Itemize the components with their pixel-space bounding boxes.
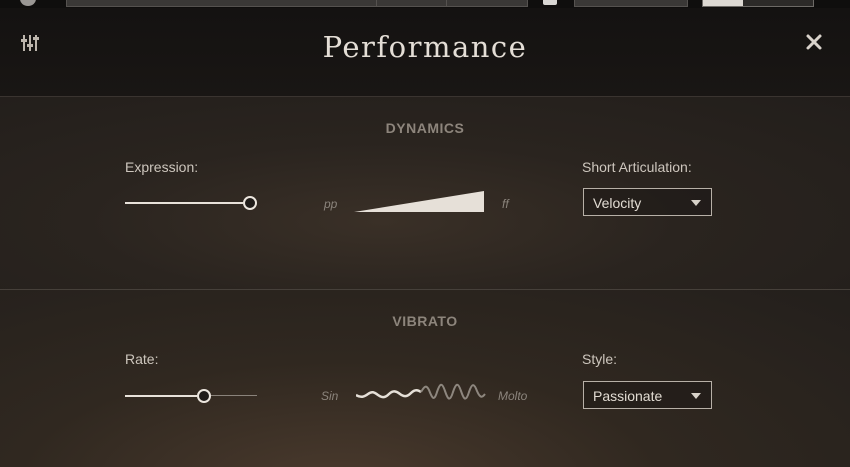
- short-articulation-value: Velocity: [593, 195, 642, 211]
- expression-track: [125, 202, 243, 204]
- dynamics-section: DYNAMICS Expression: pp ff Short Articul…: [0, 97, 850, 289]
- page-title: Performance: [322, 30, 528, 64]
- vibrato-range-low: Sin: [321, 389, 339, 403]
- rate-slider-thumb[interactable]: [197, 389, 211, 403]
- style-dropdown[interactable]: Passionate: [583, 381, 712, 409]
- vibrato-title: VIBRATO: [392, 313, 458, 329]
- style-label: Style:: [582, 351, 618, 367]
- short-articulation-dropdown[interactable]: Velocity: [583, 188, 712, 216]
- panel-header: Performance: [0, 8, 850, 97]
- dynamics-range-low: pp: [324, 197, 338, 211]
- rate-label: Rate:: [125, 351, 159, 367]
- host-level-meter: [702, 0, 814, 7]
- chevron-down-icon: [691, 200, 701, 206]
- rate-slider[interactable]: [125, 388, 257, 404]
- host-square-button[interactable]: [543, 0, 557, 5]
- chevron-down-icon: [691, 393, 701, 399]
- vibrato-range-high: Molto: [498, 389, 528, 403]
- expression-slider[interactable]: [125, 195, 257, 211]
- host-field[interactable]: [66, 0, 378, 7]
- vibrato-section: VIBRATO Rate: Sin Molto Style: Passionat…: [0, 290, 850, 467]
- rate-track: [125, 395, 197, 397]
- style-value: Passionate: [593, 388, 663, 404]
- expression-label: Expression:: [125, 159, 199, 175]
- short-articulation-label: Short Articulation:: [582, 159, 692, 175]
- host-toolbar: [0, 0, 850, 8]
- host-field-2[interactable]: [376, 0, 448, 7]
- host-stepper[interactable]: [574, 0, 688, 7]
- expression-slider-thumb[interactable]: [243, 196, 257, 210]
- vibrato-wave-icon: [356, 383, 486, 400]
- dynamics-ramp-icon: [354, 191, 484, 212]
- dynamics-title: DYNAMICS: [385, 120, 465, 136]
- close-icon[interactable]: [804, 32, 824, 52]
- host-field-3[interactable]: [446, 0, 528, 7]
- host-knob-icon[interactable]: [20, 0, 36, 6]
- dynamics-range-high: ff: [502, 197, 509, 211]
